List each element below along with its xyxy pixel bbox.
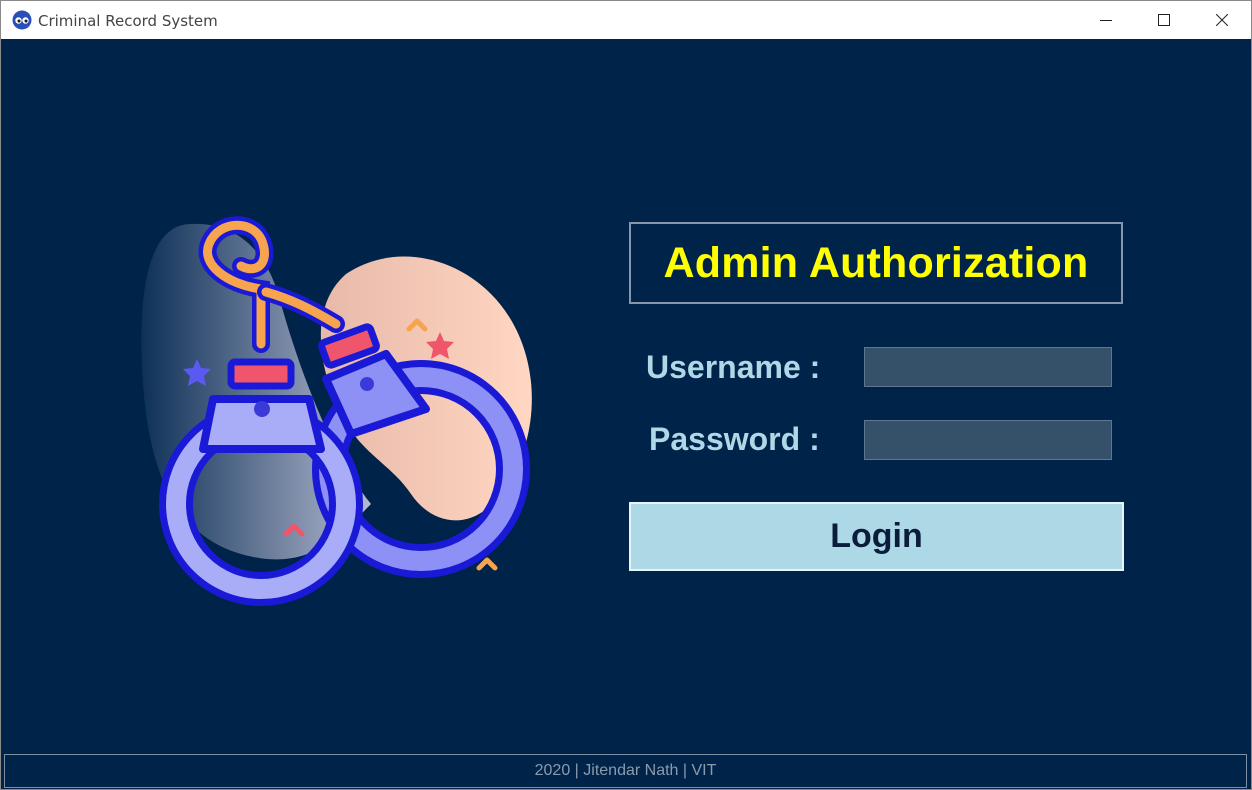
maximize-icon [1158,14,1170,26]
password-label: Password : [649,421,820,457]
close-icon [1216,14,1228,26]
login-button[interactable]: Login [629,502,1124,571]
username-input[interactable] [864,347,1112,387]
auth-heading: Admin Authorization [663,238,1089,287]
close-button[interactable] [1193,1,1251,39]
app-window: Criminal Record System Admin Authorizati… [0,0,1252,790]
auth-heading-box: Admin Authorization [629,222,1123,304]
footer-bar: 2020 | Jitendar Nath | VIT [4,754,1247,788]
password-input[interactable] [864,420,1112,460]
window-title: Criminal Record System [38,12,218,30]
title-bar[interactable]: Criminal Record System [1,1,1251,39]
username-label: Username : [646,349,821,385]
minimize-icon [1100,20,1112,21]
maximize-button[interactable] [1135,1,1193,39]
handcuffs-illustration [131,204,551,624]
minimize-button[interactable] [1077,1,1135,39]
handcuffs-icon [141,216,532,606]
main-content: Admin Authorization Username : Password … [1,39,1251,789]
footer-text: 2020 | Jitendar Nath | VIT [534,762,717,779]
eyes-icon [12,10,32,30]
